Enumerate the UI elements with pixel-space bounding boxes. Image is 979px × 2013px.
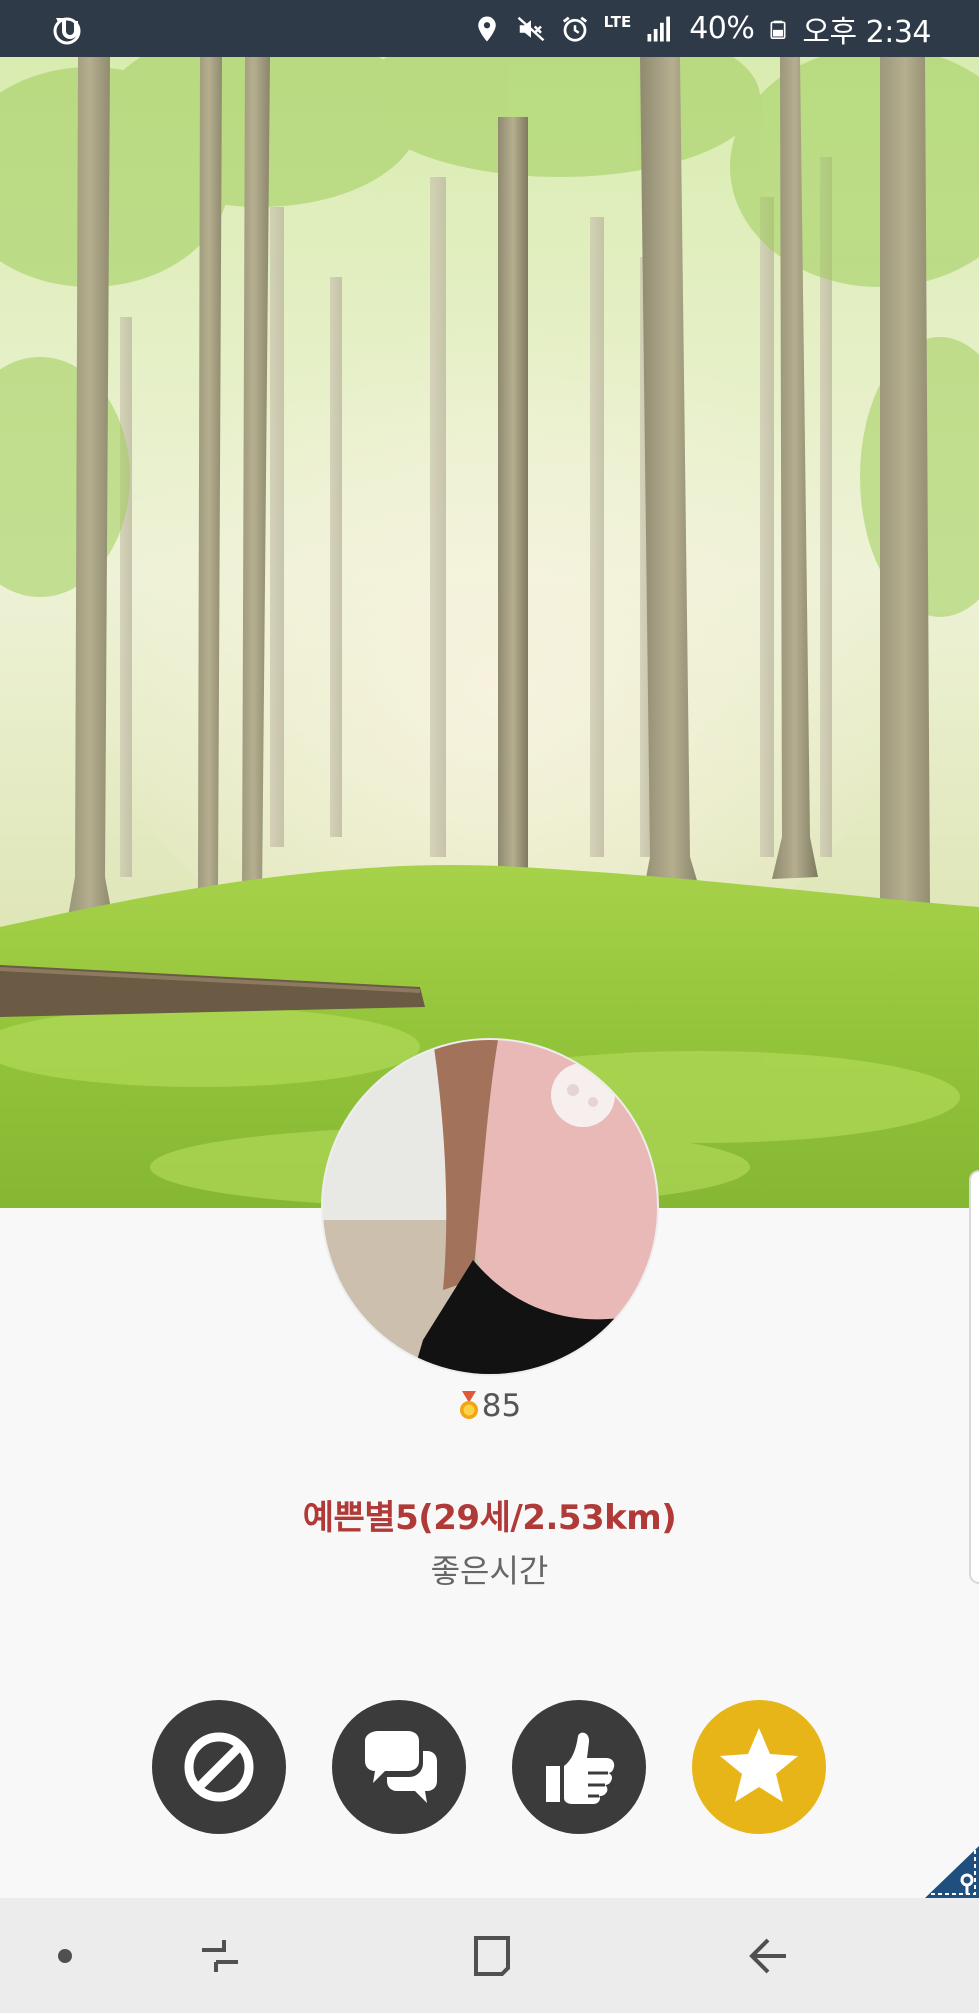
alarm-icon: [562, 16, 587, 42]
dot-icon: [58, 1948, 72, 1963]
clock: 오후 2:34: [802, 14, 931, 50]
profile-screen: LTE 40% 오후 2:34 85 예쁜별5(29세/2.53km) 좋은시간: [0, 0, 979, 2013]
lte-icon: LTE: [603, 13, 632, 31]
side-panel-handle[interactable]: [969, 1170, 979, 1584]
medal-icon: [459, 1391, 478, 1419]
back-icon: [749, 1938, 786, 1973]
corner-key-icon[interactable]: [925, 1846, 979, 1898]
misty-forest-image: [0, 57, 979, 1208]
recent-apps-button[interactable]: [180, 1898, 260, 2013]
mute-icon: [517, 16, 544, 41]
avatar[interactable]: [323, 1040, 657, 1374]
score-row: 85: [0, 1386, 979, 1426]
thumbs-up-icon: [546, 1732, 615, 1804]
score-value: 85: [481, 1388, 522, 1424]
location-icon: [477, 16, 496, 41]
nav-dot-button[interactable]: [40, 1898, 90, 2013]
signal-icon: [647, 16, 671, 41]
star-icon: [720, 1728, 798, 1802]
home-button[interactable]: [452, 1898, 532, 2013]
navigation-bar: [0, 1898, 979, 2013]
home-icon: [474, 1935, 510, 1976]
battery-percent: 40%: [689, 11, 755, 46]
like-button[interactable]: [512, 1700, 646, 1834]
chat-button[interactable]: [332, 1700, 466, 1834]
profile-status-message: 좋은시간: [430, 1552, 549, 1590]
profile-name-line: 예쁜별5(29세/2.53km): [302, 1498, 677, 1538]
chat-bubbles-icon: [365, 1731, 437, 1803]
block-icon: [184, 1732, 254, 1802]
hero-background: [0, 57, 979, 1208]
battery-icon: [770, 20, 786, 39]
uplus-logo-icon: [53, 17, 81, 45]
favorite-button[interactable]: [692, 1700, 826, 1834]
status-bar: LTE 40% 오후 2:34: [0, 0, 979, 57]
recent-apps-icon: [202, 1939, 238, 1972]
back-button[interactable]: [728, 1898, 808, 2013]
block-button[interactable]: [152, 1700, 286, 1834]
profile-photo: [323, 1040, 657, 1374]
